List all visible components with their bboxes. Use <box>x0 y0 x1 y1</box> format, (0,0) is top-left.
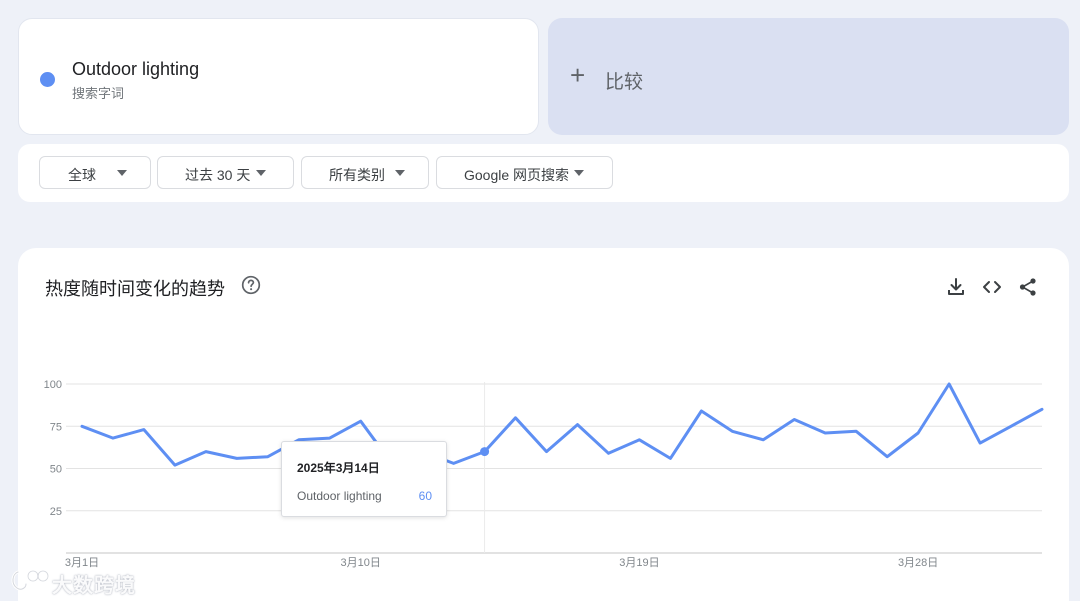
term-color-dot <box>40 72 55 87</box>
chevron-down-icon <box>117 170 127 176</box>
search-type-filter[interactable]: Google 网页搜索 <box>436 156 613 189</box>
watermark-logo: 大数跨境 <box>8 566 148 597</box>
term-name[interactable]: Outdoor lighting <box>72 59 199 80</box>
series-line-outdoor-lighting <box>80 382 1044 467</box>
category-filter-label: 所有类别 <box>329 167 385 183</box>
y-tick-label: 50 <box>50 464 62 476</box>
region-filter-label: 全球 <box>68 167 96 183</box>
x-tick-label: 3月28日 <box>898 557 938 569</box>
x-tick-label: 3月10日 <box>341 557 381 569</box>
x-tick-label: 3月19日 <box>619 557 659 569</box>
trend-chart[interactable]: 2550751003月1日 3月10日 3月19日 3月28日 <box>18 248 1069 601</box>
search-term-card[interactable]: Outdoor lighting 搜索字词 <box>18 18 539 135</box>
chevron-down-icon <box>256 170 266 176</box>
watermark-text: 大数跨境 <box>52 575 136 597</box>
highlighted-data-point <box>480 447 490 457</box>
search-type-filter-label: Google 网页搜索 <box>464 167 570 183</box>
y-tick-label: 75 <box>50 421 62 433</box>
y-tick-label: 100 <box>44 379 62 391</box>
term-type-label: 搜索字词 <box>72 86 125 101</box>
tooltip-term: Outdoor lighting <box>297 489 382 503</box>
watermark-icon <box>11 569 50 591</box>
y-tick-label: 25 <box>50 506 62 518</box>
chart-tooltip: 2025年3月14日 Outdoor lighting 60 <box>281 441 447 517</box>
tooltip-value: 60 <box>418 489 432 503</box>
compare-button[interactable]: + 比较 <box>548 18 1069 135</box>
time-range-filter-label: 过去 30 天 <box>185 167 251 183</box>
chevron-down-icon <box>395 170 405 176</box>
time-range-filter[interactable]: 过去 30 天 <box>157 156 294 189</box>
chevron-down-icon <box>574 170 584 176</box>
filter-bar: 全球 过去 30 天 所有类别 Google 网页搜索 <box>18 144 1069 202</box>
tooltip-date: 2025年3月14日 <box>297 461 380 475</box>
plus-icon: + <box>570 60 586 90</box>
region-filter[interactable]: 全球 <box>39 156 151 189</box>
category-filter[interactable]: 所有类别 <box>301 156 429 189</box>
compare-label: 比较 <box>605 72 644 93</box>
